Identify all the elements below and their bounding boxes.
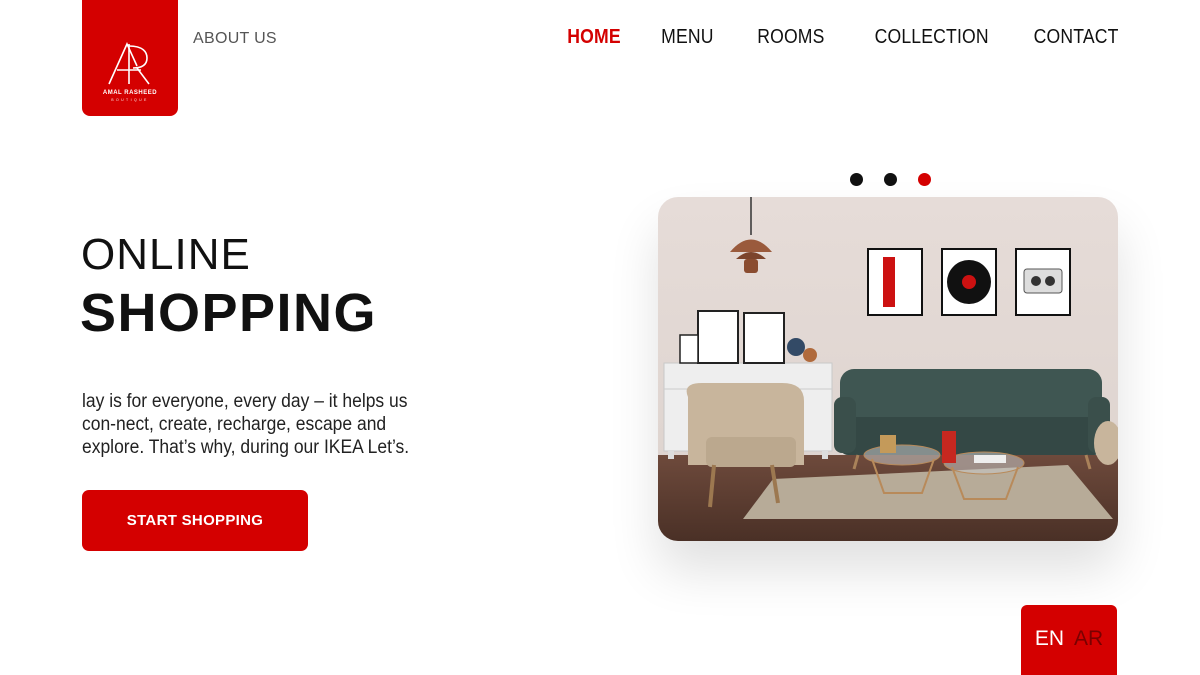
living-room-illustration bbox=[658, 197, 1118, 541]
carousel-indicators bbox=[850, 173, 931, 186]
nav-contact[interactable]: CONTACT bbox=[1034, 26, 1119, 49]
language-switcher: EN AR bbox=[1021, 605, 1117, 675]
start-shopping-button[interactable]: START SHOPPING bbox=[82, 490, 308, 551]
nav-menu[interactable]: MENU bbox=[662, 26, 715, 49]
about-us-link[interactable]: ABOUT US bbox=[193, 30, 277, 48]
brand-name: AMAL RASHEED bbox=[102, 90, 158, 96]
hero-title-line2: SHOPPING bbox=[80, 283, 378, 343]
carousel-dot-1[interactable] bbox=[850, 173, 863, 186]
lang-en-option[interactable]: EN bbox=[1035, 627, 1064, 675]
hero-room-image bbox=[658, 197, 1118, 541]
nav-rooms[interactable]: ROOMS bbox=[757, 26, 824, 49]
carousel-dot-2[interactable] bbox=[884, 173, 897, 186]
brand-logo[interactable]: AMAL RASHEED BOUTIQUE bbox=[82, 0, 178, 116]
main-nav: HOME MENU ROOMS COLLECTION CONTACT bbox=[526, 26, 1119, 49]
hero-description: lay is for everyone, every day – it help… bbox=[82, 391, 410, 458]
brand-subtitle: BOUTIQUE bbox=[111, 98, 149, 102]
wall-art-frames bbox=[867, 248, 1071, 316]
hero-title-line1: ONLINE bbox=[81, 230, 251, 279]
carousel-dot-3[interactable] bbox=[918, 173, 931, 186]
nav-collection[interactable]: COLLECTION bbox=[874, 26, 988, 49]
nav-home[interactable]: HOME bbox=[567, 26, 621, 49]
lang-ar-option[interactable]: AR bbox=[1074, 627, 1103, 675]
monogram-logo-icon bbox=[108, 42, 150, 85]
